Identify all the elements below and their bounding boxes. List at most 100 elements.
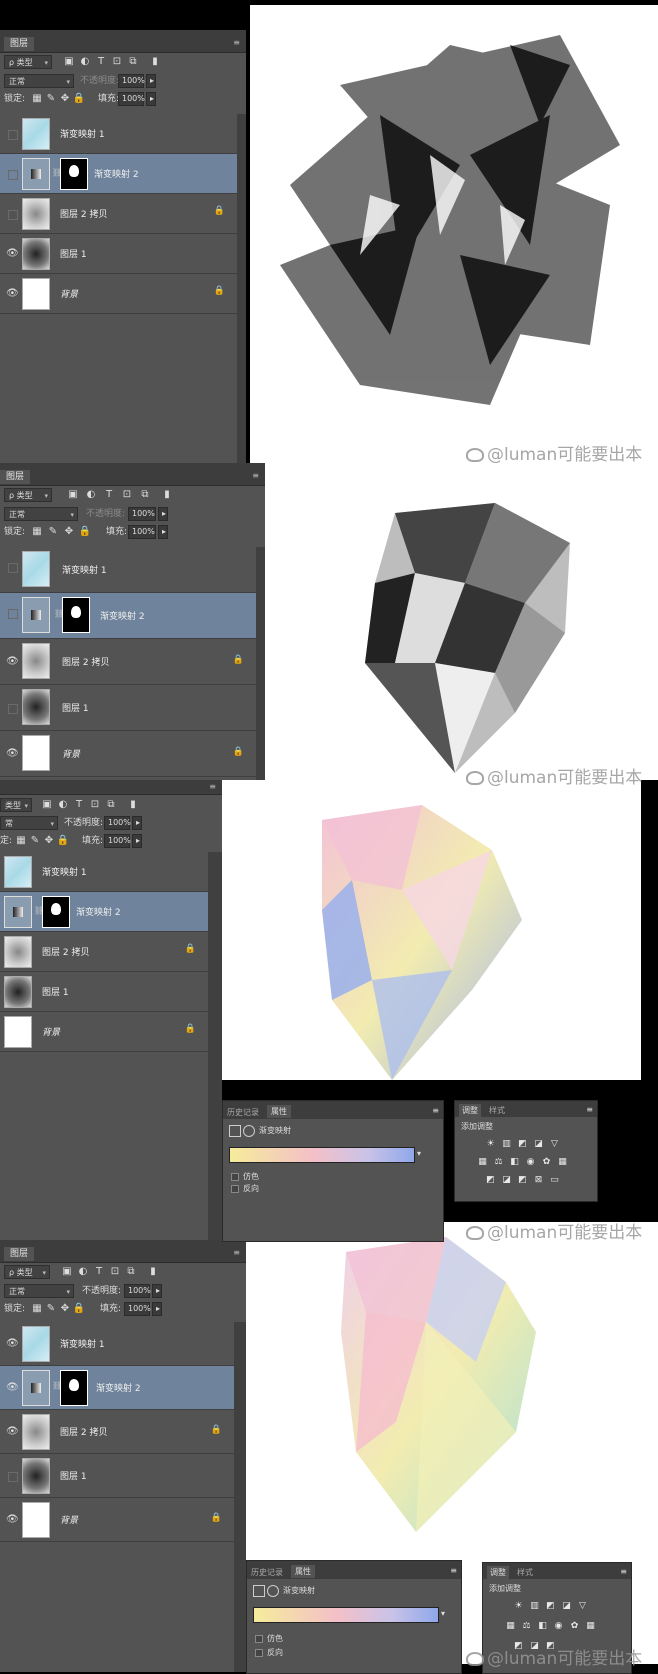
- adjustment-filter-icon[interactable]: ◐: [84, 488, 98, 502]
- photo-filter-icon[interactable]: ◉: [553, 1621, 564, 1632]
- invert-icon[interactable]: ◩: [485, 1175, 496, 1186]
- tab-properties[interactable]: 属性: [291, 1565, 315, 1578]
- fill-input[interactable]: 100%: [124, 1302, 151, 1316]
- filter-toggle-icon[interactable]: ▮: [146, 1265, 160, 1279]
- lock-transparent-icon[interactable]: ▦: [30, 1302, 44, 1316]
- tab-adjustments[interactable]: 调整: [487, 1566, 509, 1579]
- gradient-map-icon[interactable]: ▭: [549, 1175, 560, 1186]
- eye-icon[interactable]: 👁: [6, 748, 19, 760]
- opacity-arrow[interactable]: ▸: [158, 507, 168, 521]
- fill-input[interactable]: 100%: [118, 92, 145, 106]
- link-chain-icon[interactable]: ⛓: [34, 906, 44, 915]
- layer-name[interactable]: 背景: [62, 747, 80, 760]
- hue-saturation-icon[interactable]: ▦: [505, 1621, 516, 1632]
- kind-filter-dropdown[interactable]: ρ 类型 ▾: [4, 1265, 50, 1279]
- threshold-icon[interactable]: ◩: [517, 1175, 528, 1186]
- lock-transparent-icon[interactable]: ▦: [14, 834, 28, 848]
- eye-icon[interactable]: 👁: [6, 1514, 19, 1526]
- selective-color-icon[interactable]: ⊠: [533, 1175, 544, 1186]
- layer-name[interactable]: 图层 2 拷贝: [60, 1425, 107, 1438]
- levels-icon[interactable]: ▥: [529, 1601, 540, 1612]
- fill-arrow[interactable]: ▸: [146, 92, 156, 106]
- panel-menu-icon[interactable]: ≡: [586, 1105, 593, 1114]
- vibrance-icon[interactable]: ▽: [577, 1601, 588, 1612]
- reverse-checkbox[interactable]: [231, 1185, 239, 1193]
- pixel-filter-icon[interactable]: ▣: [62, 55, 76, 69]
- layer-row[interactable]: 👁 渐变映射 1: [0, 1322, 234, 1366]
- brightness-icon[interactable]: ☀: [513, 1601, 524, 1612]
- eye-icon[interactable]: 👁: [6, 1382, 19, 1394]
- curves-icon[interactable]: ◩: [517, 1139, 528, 1150]
- lock-all-icon[interactable]: 🔒: [78, 525, 92, 539]
- adjustment-filter-icon[interactable]: ◐: [56, 798, 70, 812]
- layer-row[interactable]: 图层 2 拷贝 🔒: [0, 932, 208, 972]
- channel-mixer-icon[interactable]: ✿: [569, 1621, 580, 1632]
- fill-input[interactable]: 100%: [104, 834, 131, 848]
- layer-name[interactable]: 背景: [60, 1513, 78, 1526]
- layer-row[interactable]: 图层 1: [0, 1454, 234, 1498]
- smart-object-filter-icon[interactable]: ⧉: [126, 55, 140, 69]
- layer-name[interactable]: 渐变映射 1: [60, 127, 105, 140]
- blend-mode-dropdown[interactable]: 正常 ▾: [4, 507, 78, 521]
- layer-row[interactable]: 渐变映射 1: [0, 547, 256, 593]
- gradient-dropdown-arrow[interactable]: ▾: [417, 1149, 421, 1158]
- lock-all-icon[interactable]: 🔒: [56, 834, 70, 848]
- layer-name[interactable]: 渐变映射 2: [96, 1381, 141, 1394]
- smart-object-filter-icon[interactable]: ⧉: [138, 488, 152, 502]
- layer-name[interactable]: 图层 2 拷贝: [42, 945, 89, 958]
- layer-row[interactable]: 图层 1: [0, 972, 208, 1012]
- layer-name[interactable]: 渐变映射 1: [60, 1337, 105, 1350]
- adjustment-filter-icon[interactable]: ◐: [76, 1265, 90, 1279]
- dither-checkbox[interactable]: [231, 1173, 239, 1181]
- color-lookup-icon[interactable]: ▦: [585, 1621, 596, 1632]
- type-filter-icon[interactable]: T: [72, 798, 86, 812]
- lock-position-icon[interactable]: ✥: [42, 834, 56, 848]
- layer-row-selected[interactable]: 👁 ⛓ 渐变映射 2: [0, 1366, 234, 1410]
- layer-name[interactable]: 渐变映射 2: [76, 905, 121, 918]
- panel-menu-icon[interactable]: ≡: [233, 38, 240, 47]
- tab-layers[interactable]: 图层: [4, 37, 35, 51]
- tab-adjustments[interactable]: 调整: [459, 1104, 481, 1117]
- visibility-toggle[interactable]: [8, 609, 18, 619]
- pixel-filter-icon[interactable]: ▣: [40, 798, 54, 812]
- panel-menu-icon[interactable]: ≡: [450, 1566, 457, 1575]
- layer-row-selected[interactable]: ⛓ 渐变映射 2: [0, 154, 237, 194]
- channel-mixer-icon[interactable]: ✿: [541, 1157, 552, 1168]
- color-lookup-icon[interactable]: ▦: [557, 1157, 568, 1168]
- type-filter-icon[interactable]: T: [92, 1265, 106, 1279]
- brightness-icon[interactable]: ☀: [485, 1139, 496, 1150]
- tab-layers[interactable]: 图层: [0, 470, 31, 484]
- link-chain-icon[interactable]: ⛓: [52, 1381, 62, 1390]
- link-chain-icon[interactable]: ⛓: [54, 609, 64, 618]
- filter-toggle-icon[interactable]: ▮: [126, 798, 140, 812]
- layer-row[interactable]: 渐变映射 1: [0, 852, 208, 892]
- scrollbar[interactable]: [208, 852, 222, 1240]
- visibility-toggle[interactable]: [8, 210, 18, 220]
- photo-filter-icon[interactable]: ◉: [525, 1157, 536, 1168]
- blend-mode-dropdown[interactable]: 常 ▾: [0, 816, 58, 830]
- gradient-picker[interactable]: [229, 1147, 415, 1163]
- layer-name[interactable]: 渐变映射 1: [62, 563, 107, 576]
- panel-menu-icon[interactable]: ≡: [252, 471, 259, 480]
- eye-icon[interactable]: 👁: [6, 656, 19, 668]
- lock-position-icon[interactable]: ✥: [58, 1302, 72, 1316]
- kind-filter-dropdown[interactable]: ρ 类型 ▾: [4, 55, 52, 69]
- layer-name[interactable]: 图层 1: [60, 247, 87, 260]
- reverse-checkbox[interactable]: [255, 1649, 263, 1657]
- type-filter-icon[interactable]: T: [102, 488, 116, 502]
- panel-menu-icon[interactable]: ≡: [233, 1248, 240, 1257]
- layer-row[interactable]: 👁 图层 2 拷贝 🔒: [0, 1410, 234, 1454]
- lock-transparent-icon[interactable]: ▦: [30, 92, 44, 106]
- visibility-toggle[interactable]: [8, 704, 18, 714]
- lock-pixels-icon[interactable]: ✎: [44, 92, 58, 106]
- scrollbar[interactable]: [237, 114, 246, 463]
- layer-row[interactable]: 👁 图层 2 拷贝 🔒: [0, 639, 256, 685]
- opacity-input[interactable]: 100%: [128, 507, 156, 521]
- layer-row[interactable]: 👁 背景 🔒: [0, 731, 256, 777]
- layer-row[interactable]: 背景 🔒: [0, 1012, 208, 1052]
- lock-pixels-icon[interactable]: ✎: [44, 1302, 58, 1316]
- smart-object-filter-icon[interactable]: ⧉: [124, 1265, 138, 1279]
- filter-toggle-icon[interactable]: ▮: [148, 55, 162, 69]
- posterize-icon[interactable]: ◪: [501, 1175, 512, 1186]
- layer-row[interactable]: 图层 1: [0, 685, 256, 731]
